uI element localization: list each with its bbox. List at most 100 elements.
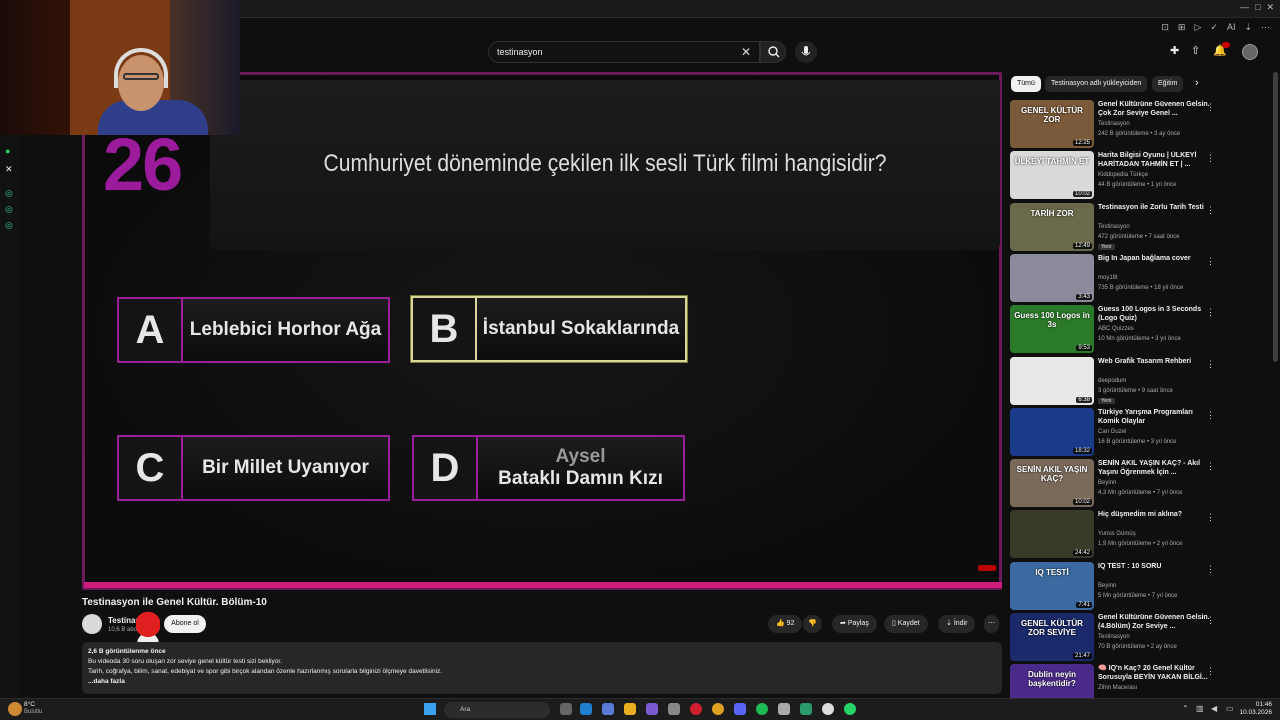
more-actions-button[interactable]: ⋯ [984, 615, 999, 633]
edge-icon[interactable] [580, 703, 592, 715]
share-button[interactable]: ➦ Paylaş [832, 615, 877, 633]
video-title[interactable]: Testinasyon ile Zorlu Tarih Testi [1098, 203, 1210, 212]
avatar[interactable] [1242, 44, 1258, 60]
download-icon[interactable]: ⇣ [1244, 22, 1252, 33]
volume-icon[interactable]: ◀ [1211, 704, 1217, 713]
app-icon[interactable] [800, 703, 812, 715]
video-thumbnail[interactable]: 18:32 [1010, 407, 1094, 456]
app-icon[interactable]: ◎ [5, 204, 13, 215]
app-icon[interactable]: ◎ [5, 188, 13, 199]
description-box[interactable]: 2,6 B görüntülenme önce Bu videoda 30 so… [82, 642, 1002, 694]
file-explorer-icon[interactable] [624, 703, 636, 715]
related-video-item[interactable]: 24:42 Hiç düşmedim mi aklına? Yunus Gümüş 1… [1010, 510, 1272, 559]
subscribe-button[interactable]: Abone ol [164, 615, 206, 633]
related-video-item[interactable]: Guess 100 Logos in 3s 9:53 Guess 100 Logos… [1010, 305, 1272, 354]
clock[interactable]: 01:46 10.03.2026 [1239, 701, 1272, 717]
more-options-icon[interactable]: ⋮ [1206, 307, 1215, 318]
channel-name[interactable]: Beyinn [1098, 480, 1116, 486]
related-video-item[interactable]: GENEL KÜLTÜR ZOR SEVİYE 21:47 Genel Kültür… [1010, 613, 1272, 661]
video-thumbnail[interactable]: SENİN AKIL YAŞIN KAÇ? 10:02 [1010, 459, 1094, 508]
more-options-icon[interactable]: ⋮ [1206, 205, 1215, 216]
whatsapp-icon[interactable]: ● [5, 146, 10, 156]
channel-name[interactable]: Kiddopedia Türkçe [1098, 172, 1148, 178]
task-view-icon[interactable] [560, 703, 572, 715]
maximize-icon[interactable]: □ [1255, 2, 1260, 13]
app-icon[interactable] [778, 703, 790, 715]
weather-icon[interactable] [8, 702, 22, 716]
menu-icon[interactable]: ⋯ [1261, 22, 1270, 33]
upload-icon[interactable]: ⇧ [1191, 44, 1200, 57]
chrome-icon[interactable] [712, 703, 724, 715]
channel-name[interactable]: deepodum [1098, 378, 1126, 384]
related-video-item[interactable]: GENEL KÜLTÜR ZOR 12:25 Genel Kültürüne Güv… [1010, 100, 1272, 148]
more-options-icon[interactable]: ⋮ [1206, 256, 1215, 267]
teams-icon[interactable] [646, 703, 658, 715]
video-thumbnail[interactable]: IQ TESTİ 7:41 [1010, 561, 1094, 610]
progress-bar[interactable] [84, 582, 1002, 588]
search-input[interactable]: testinasyon [497, 47, 543, 57]
tab-icon[interactable]: ⊞ [1178, 22, 1186, 33]
video-title[interactable]: Web Grafik Tasarım Rehberi [1098, 357, 1210, 366]
video-thumbnail[interactable]: 24:42 [1010, 510, 1094, 559]
play-icon[interactable]: ▷ [1194, 22, 1201, 33]
video-thumbnail[interactable]: ÜLKEYİ TAHMİN ET 10:02 [1010, 151, 1094, 200]
channel-name[interactable]: Testinasyon [1098, 224, 1130, 230]
channel-avatar[interactable] [82, 614, 102, 634]
chevron-right-icon[interactable]: › [1195, 77, 1199, 89]
network-icon[interactable]: ▥ [1196, 704, 1204, 713]
channel-name[interactable]: Beyinn [1098, 583, 1116, 589]
video-title[interactable]: Hiç düşmedim mi aklına? [1098, 510, 1210, 519]
more-options-icon[interactable]: ⋮ [1206, 666, 1215, 677]
extension-icon[interactable]: ⊡ [1161, 22, 1169, 33]
video-title[interactable]: Harita Bilgisi Oyunu | ÜLKEYİ HARİTADAN … [1098, 151, 1210, 169]
download-button[interactable]: ⇣ İndir [938, 615, 976, 633]
like-button[interactable]: 👍 92 [768, 615, 803, 633]
more-options-icon[interactable]: ⋮ [1206, 512, 1215, 523]
more-options-icon[interactable]: ⋮ [1206, 410, 1215, 421]
store-icon[interactable] [668, 703, 680, 715]
related-video-item[interactable]: 3:43 Big In Japan bağlama cover moy18t 735 … [1010, 253, 1272, 302]
related-video-item[interactable]: TARİH ZOR 12:49 Testinasyon ile Zorlu Tari… [1010, 202, 1272, 251]
more-options-icon[interactable]: ⋮ [1206, 615, 1215, 626]
window-controls[interactable]: — □ ✕ [1240, 2, 1274, 13]
ai-icon[interactable]: AI [1227, 22, 1236, 33]
video-title[interactable]: IQ TEST : 10 SORU [1098, 562, 1210, 571]
video-title[interactable]: Big In Japan bağlama cover [1098, 254, 1210, 263]
opera-icon[interactable] [690, 703, 702, 715]
video-thumbnail[interactable]: GENEL KÜLTÜR ZOR 12:25 [1010, 100, 1094, 148]
chip-education[interactable]: Eğitim [1152, 76, 1184, 92]
video-thumbnail[interactable]: TARİH ZOR 12:49 [1010, 202, 1094, 251]
video-title[interactable]: 🧠 IQ'n Kaç? 20 Genel Kültür Sorusuyla BE… [1098, 664, 1210, 682]
discord-icon[interactable] [734, 703, 746, 715]
search-button[interactable] [760, 41, 786, 63]
dislike-button[interactable]: 👎 [803, 615, 822, 633]
related-video-item[interactable]: ÜLKEYİ TAHMİN ET 10:02 Harita Bilgisi Oyun… [1010, 151, 1272, 200]
spotify-icon[interactable] [756, 703, 768, 715]
related-video-item[interactable]: 6:38 Web Grafik Tasarım Rehberi deepodum 3 … [1010, 356, 1272, 405]
tray-chevron-icon[interactable]: ⌃ [1182, 704, 1189, 713]
battery-icon[interactable]: ▭ [1226, 704, 1234, 713]
video-title[interactable]: Guess 100 Logos in 3 Seconds (Logo Quiz) [1098, 305, 1210, 323]
x-icon[interactable]: ✕ [5, 164, 13, 175]
video-thumbnail[interactable]: GENEL KÜLTÜR ZOR SEVİYE 21:47 [1010, 613, 1094, 661]
search-field[interactable]: testinasyon ✕ [488, 41, 760, 63]
chip-uploader[interactable]: Testinasyon adlı yükleyiciden [1045, 76, 1148, 92]
related-video-item[interactable]: SENİN AKIL YAŞIN KAÇ? 10:02 SENİN AKIL YAŞ… [1010, 459, 1272, 508]
save-button[interactable]: ▯ Kaydet [884, 615, 928, 633]
taskbar-search[interactable]: Ara [444, 702, 550, 718]
obs-icon[interactable] [822, 703, 834, 715]
channel-name[interactable]: moy18t [1098, 275, 1118, 281]
close-icon[interactable]: ✕ [1266, 2, 1274, 13]
video-thumbnail[interactable]: 6:38 [1010, 356, 1094, 405]
create-icon[interactable]: ✚ [1170, 44, 1179, 57]
channel-name[interactable]: Testinasyon [1098, 634, 1130, 640]
video-thumbnail[interactable]: 3:43 [1010, 253, 1094, 302]
app-icon[interactable]: ◎ [5, 220, 13, 231]
whatsapp-icon[interactable] [844, 703, 856, 715]
channel-name[interactable]: Can Guzel [1098, 429, 1126, 435]
windows-start-icon[interactable] [424, 703, 436, 715]
more-options-icon[interactable]: ⋮ [1206, 564, 1215, 575]
clear-icon[interactable]: ✕ [741, 45, 751, 59]
minimize-icon[interactable]: — [1240, 2, 1249, 13]
video-title[interactable]: SENİN AKIL YAŞIN KAÇ? - Akıl Yaşını Öğre… [1098, 459, 1210, 477]
